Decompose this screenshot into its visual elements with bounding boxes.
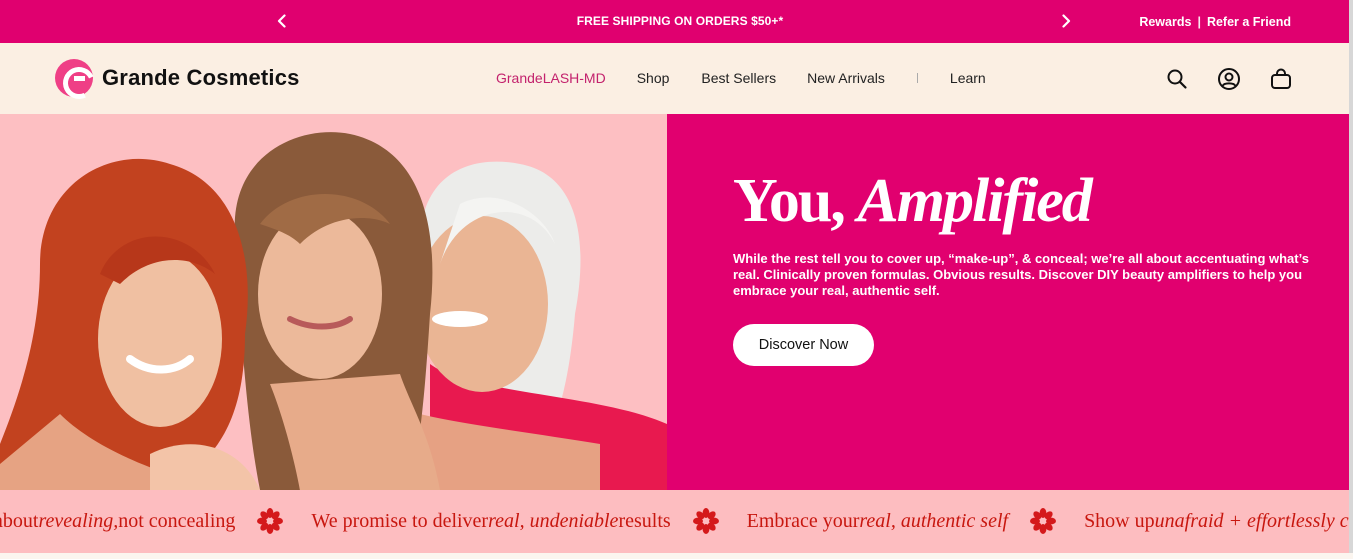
utility-separator: | <box>1197 15 1201 29</box>
announcement-bar: FREE SHIPPING ON ORDERS $50+* Rewards | … <box>0 0 1349 43</box>
search-button[interactable] <box>1165 67 1189 91</box>
marquee-track: about revealing, not concealing We promi… <box>0 508 1349 534</box>
main-nav: GrandeLASH-MD Shop Best Sellers New Arri… <box>496 70 986 86</box>
marquee-item-text: results <box>618 509 671 532</box>
flower-icon <box>692 508 719 534</box>
search-icon <box>1167 69 1187 89</box>
marquee-item: about revealing, not concealing <box>0 510 235 533</box>
marquee-item-text: not concealing <box>118 509 236 532</box>
hero-title-plain: You, <box>733 167 846 235</box>
nav-item-new-arrivals[interactable]: New Arrivals <box>807 70 885 86</box>
marquee-item-italic: real, undeniable <box>488 509 619 532</box>
brand-name: Grande Cosmetics <box>102 65 300 90</box>
bag-button[interactable] <box>1269 67 1293 91</box>
marquee-item: Embrace your real, authentic self <box>747 510 1008 533</box>
site-header: Grande Cosmetics GrandeLASH-MD Shop Best… <box>0 43 1349 114</box>
hero-title-script: Amplified <box>857 167 1092 235</box>
chevron-right-icon <box>1062 14 1071 28</box>
marquee-item: We promise to deliver real, undeniable r… <box>311 510 670 533</box>
chevron-left-icon <box>277 14 286 28</box>
marquee-item-italic: revealing, <box>38 509 119 532</box>
flower-icon <box>1030 508 1057 534</box>
page-bottom-strip <box>0 553 1353 559</box>
nav-item-grandelash-md[interactable]: GrandeLASH-MD <box>496 70 606 86</box>
hero-photo-illustration <box>0 114 667 490</box>
marquee-item-italic: real, authentic self <box>859 509 1009 532</box>
announcement-next-button[interactable] <box>1055 10 1077 32</box>
account-button[interactable] <box>1217 67 1241 91</box>
account-icon <box>1218 68 1240 90</box>
value-marquee: about revealing, not concealing We promi… <box>0 490 1349 553</box>
marquee-item: Show up unafraid + effortlessly confiden… <box>1084 510 1349 533</box>
scrollbar[interactable] <box>1349 0 1353 559</box>
nav-divider <box>916 73 918 83</box>
announcement-message: FREE SHIPPING ON ORDERS $50+* <box>576 14 784 28</box>
hero-description: While the rest tell you to cover up, “ma… <box>733 251 1309 298</box>
discover-now-button[interactable]: Discover Now <box>733 324 874 366</box>
hero-image <box>0 114 667 490</box>
refer-a-friend-link[interactable]: Refer a Friend <box>1207 15 1291 29</box>
flower-icon <box>257 508 284 534</box>
hero-title: You, Amplified <box>733 166 1093 237</box>
marquee-item-italic: unafraid + effortlessly confident <box>1154 509 1349 532</box>
header-icons <box>1165 67 1293 91</box>
marquee-item-text: We promise to deliver <box>311 509 489 532</box>
bag-icon <box>1271 68 1291 89</box>
nav-item-shop[interactable]: Shop <box>637 70 670 86</box>
marquee-item-text: Show up <box>1084 509 1155 532</box>
rewards-link[interactable]: Rewards <box>1139 15 1191 29</box>
brand-logo-icon <box>55 59 93 97</box>
marquee-item-text: about <box>0 509 39 532</box>
nav-item-best-sellers[interactable]: Best Sellers <box>701 70 776 86</box>
nav-item-learn[interactable]: Learn <box>950 70 986 86</box>
announcement-prev-button[interactable] <box>271 10 293 32</box>
hero-content: You, Amplified While the rest tell you t… <box>667 114 1349 490</box>
brand-logo[interactable]: Grande Cosmetics <box>55 59 300 97</box>
utility-links: Rewards | Refer a Friend <box>1139 15 1291 29</box>
marquee-item-text: Embrace your <box>746 509 860 532</box>
